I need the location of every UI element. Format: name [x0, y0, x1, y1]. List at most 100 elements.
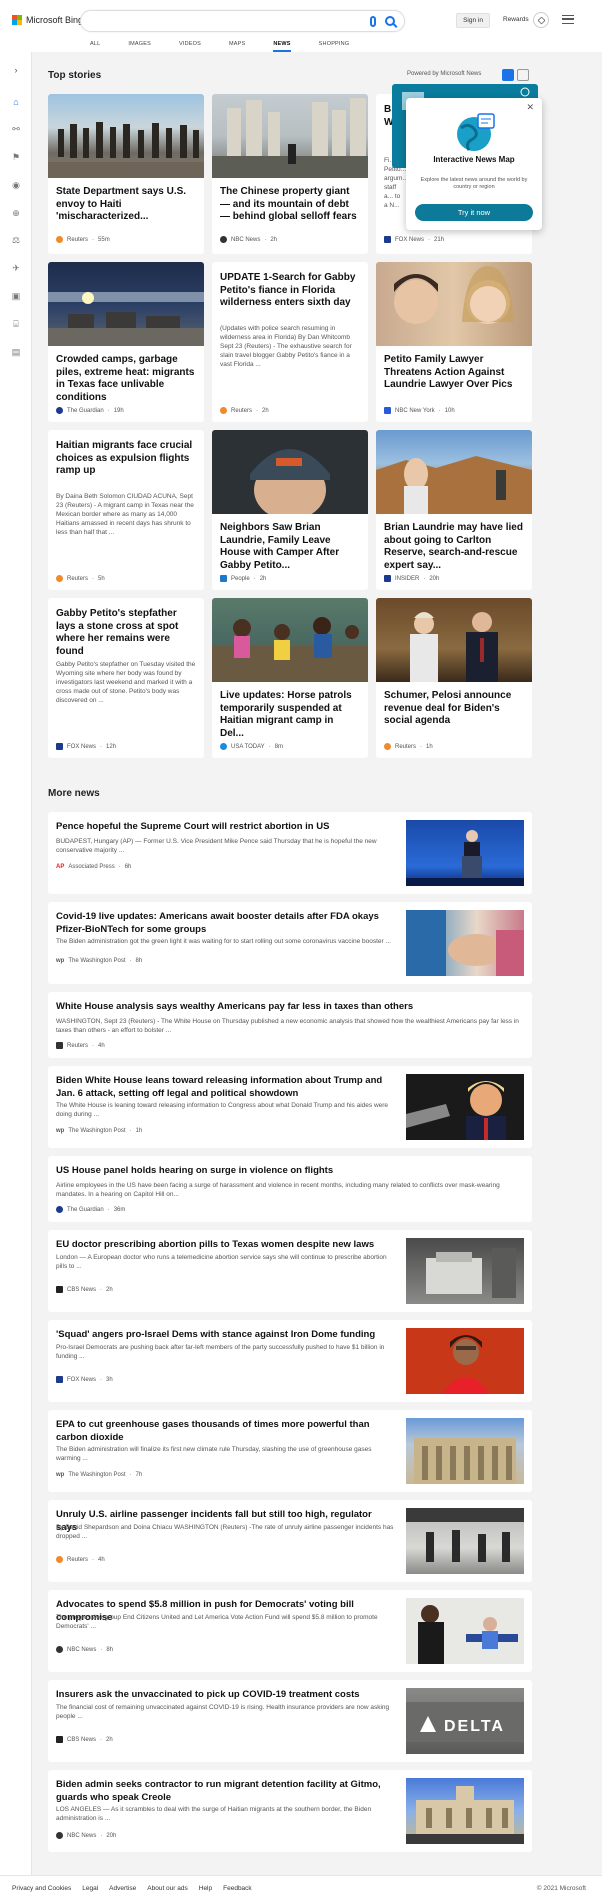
airport-image: [406, 1508, 524, 1562]
popup-description: Explore the latest news around the world…: [420, 177, 528, 190]
advertise-link[interactable]: Advertise: [109, 1885, 136, 1892]
news-title[interactable]: Covid-19 live updates: Americans await b…: [56, 910, 394, 936]
home-icon[interactable]: ⌂: [11, 97, 21, 107]
story-title[interactable]: State Department says U.S. envoy to Hait…: [56, 186, 196, 224]
science-icon[interactable]: ✈: [11, 263, 21, 273]
tab-videos[interactable]: VIDEOS: [179, 41, 201, 52]
story-title[interactable]: Neighbors Saw Brian Laundrie, Family Lea…: [220, 522, 360, 572]
try-it-now-button[interactable]: Try it now: [415, 204, 533, 221]
expand-chevron-icon[interactable]: ›: [11, 65, 21, 75]
story-title[interactable]: The Chinese property giant — and its mou…: [220, 186, 360, 224]
politics-icon[interactable]: ⚖: [11, 235, 21, 245]
story-title[interactable]: Brian Laundrie may have lied about going…: [384, 522, 524, 572]
news-title[interactable]: Biden admin seeks contractor to run migr…: [56, 1778, 394, 1804]
story-title[interactable]: UPDATE 1-Search for Gabby Petito's fianc…: [220, 272, 360, 310]
story-snippet: By Daina Beth Solomon CIUDAD ACUNA, Sept…: [56, 493, 194, 536]
news-item[interactable]: White House analysis says wealthy Americ…: [48, 992, 532, 1058]
business-icon[interactable]: ⌸: [11, 319, 21, 329]
news-snippet: Pro-Israel Democrats are pushing back af…: [56, 1344, 385, 1360]
reuters-logo-icon: [56, 1556, 63, 1563]
story-card[interactable]: State Department says U.S. envoy to Hait…: [48, 94, 204, 254]
tab-all[interactable]: ALL: [90, 41, 100, 52]
news-item[interactable]: Unruly U.S. airline passenger incidents …: [48, 1500, 532, 1582]
news-item[interactable]: EPA to cut greenhouse gases thousands of…: [48, 1410, 532, 1492]
news-snippet: The progressive group End Citizens Unite…: [56, 1614, 378, 1630]
news-source: wp The Washington Post · 8h: [56, 958, 143, 964]
hamburger-menu-icon[interactable]: [562, 15, 574, 24]
story-title[interactable]: Haitian migrants face crucial choices as…: [56, 440, 196, 478]
search-input[interactable]: [91, 15, 361, 25]
search-icon[interactable]: [385, 16, 395, 26]
about-ads-link[interactable]: About our ads: [147, 1885, 187, 1892]
news-title[interactable]: White House analysis says wealthy Americ…: [56, 1000, 526, 1013]
search-box[interactable]: [80, 10, 405, 32]
footer: Privacy and Cookies Legal Advertise Abou…: [0, 1875, 602, 1903]
microphone-icon[interactable]: [370, 16, 376, 27]
bing-logo[interactable]: Microsoft Bing: [12, 15, 83, 25]
story-card[interactable]: Haitian migrants face crucial choices as…: [48, 430, 204, 590]
tab-maps[interactable]: MAPS: [229, 41, 245, 52]
wapo-logo-icon: wp: [56, 958, 65, 964]
news-snippet: LOS ANGELES — As it scrambles to deal wi…: [56, 1806, 372, 1822]
news-title[interactable]: EU doctor prescribing abortion pills to …: [56, 1238, 394, 1251]
feedback-link[interactable]: Feedback: [223, 1885, 252, 1892]
news-title[interactable]: Pence hopeful the Supreme Court will res…: [56, 820, 394, 833]
grid-view-icon[interactable]: [502, 69, 514, 81]
technology-icon[interactable]: ▤: [11, 347, 21, 357]
story-card[interactable]: Crowded camps, garbage piles, extreme he…: [48, 262, 204, 422]
news-item[interactable]: Covid-19 live updates: Americans await b…: [48, 902, 532, 984]
news-item[interactable]: Insurers ask the unvaccinated to pick up…: [48, 1680, 532, 1762]
tab-images[interactable]: IMAGES: [128, 41, 151, 52]
news-item[interactable]: US House panel holds hearing on surge in…: [48, 1156, 532, 1222]
story-card[interactable]: Petito Family Lawyer Threatens Action Ag…: [376, 262, 532, 422]
microsoft-logo-icon: [12, 15, 22, 25]
story-title[interactable]: Petito Family Lawyer Threatens Action Ag…: [384, 354, 524, 392]
news-item[interactable]: Advocates to spend $5.8 million in push …: [48, 1590, 532, 1672]
globe-icon[interactable]: ⊕: [11, 208, 21, 218]
news-title[interactable]: US House panel holds hearing on surge in…: [56, 1164, 526, 1177]
flag-icon[interactable]: ⚑: [11, 152, 21, 162]
news-item[interactable]: Pence hopeful the Supreme Court will res…: [48, 812, 532, 894]
news-image: [406, 1418, 524, 1484]
news-item[interactable]: Biden admin seeks contractor to run migr…: [48, 1770, 532, 1852]
story-image: [212, 598, 368, 682]
entertainment-icon[interactable]: ▣: [11, 291, 21, 301]
tab-news[interactable]: NEWS: [273, 41, 291, 52]
news-title[interactable]: Insurers ask the unvaccinated to pick up…: [56, 1688, 394, 1701]
news-item[interactable]: EU doctor prescribing abortion pills to …: [48, 1230, 532, 1312]
legal-link[interactable]: Legal: [82, 1885, 98, 1892]
story-title[interactable]: Schumer, Pelosi announce revenue deal fo…: [384, 690, 524, 728]
map-view-icon[interactable]: [517, 69, 529, 81]
privacy-link[interactable]: Privacy and Cookies: [12, 1885, 71, 1892]
help-link[interactable]: Help: [199, 1885, 212, 1892]
news-item[interactable]: Biden White House leans toward releasing…: [48, 1066, 532, 1148]
story-card[interactable]: Brian Laundrie may have lied about going…: [376, 430, 532, 590]
story-title[interactable]: Live updates: Horse patrols temporarily …: [220, 690, 360, 740]
news-title[interactable]: EPA to cut greenhouse gases thousands of…: [56, 1418, 394, 1444]
trending-icon[interactable]: ⚯: [11, 124, 21, 134]
tab-shopping[interactable]: SHOPPING: [319, 41, 350, 52]
story-card[interactable]: UPDATE 1-Search for Gabby Petito's fianc…: [212, 262, 368, 422]
story-card[interactable]: Schumer, Pelosi announce revenue deal fo…: [376, 598, 532, 758]
story-card[interactable]: The Chinese property giant — and its mou…: [212, 94, 368, 254]
rewards-icon[interactable]: [533, 12, 549, 28]
location-icon[interactable]: ◉: [11, 180, 21, 190]
story-title[interactable]: Crowded camps, garbage piles, extreme he…: [56, 354, 196, 404]
signin-button[interactable]: Sign in: [456, 13, 490, 28]
brand-name: Microsoft Bing: [26, 15, 84, 25]
rewards-link[interactable]: Rewards: [503, 16, 529, 23]
news-title[interactable]: 'Squad' angers pro-Israel Dems with stan…: [56, 1328, 394, 1341]
news-item[interactable]: 'Squad' angers pro-Israel Dems with stan…: [48, 1320, 532, 1402]
globe-icon: [457, 113, 495, 151]
story-card[interactable]: Gabby Petito's stepfather lays a stone c…: [48, 598, 204, 758]
news-title[interactable]: Biden White House leans toward releasing…: [56, 1074, 394, 1100]
story-card[interactable]: Neighbors Saw Brian Laundrie, Family Lea…: [212, 430, 368, 590]
story-card[interactable]: Live updates: Horse patrols temporarily …: [212, 598, 368, 758]
nbc-logo-icon: [56, 1646, 63, 1653]
news-source: CBS News · 2h: [56, 1286, 113, 1293]
popup-title: Interactive News Map: [433, 155, 515, 164]
news-snippet: Airline employees in the US have been fa…: [56, 1182, 500, 1198]
story-title[interactable]: Gabby Petito's stepfather lays a stone c…: [56, 608, 196, 658]
story-source: The Guardian · 19h: [56, 407, 124, 414]
news-image: [406, 1508, 524, 1574]
